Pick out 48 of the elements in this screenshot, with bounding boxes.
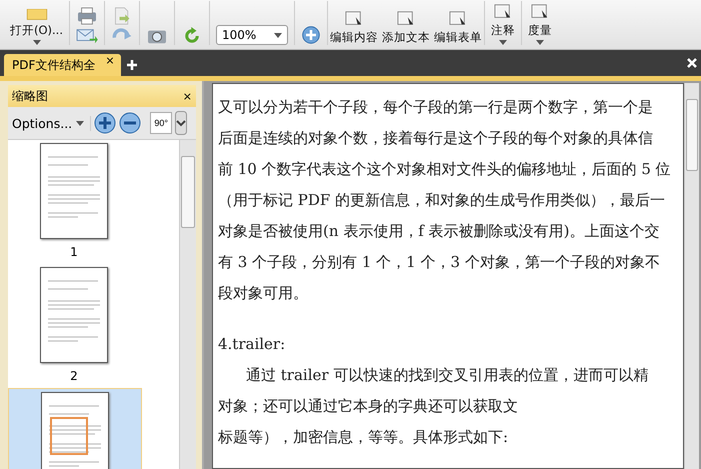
printer-icon[interactable] xyxy=(76,7,98,25)
toolbar-tool[interactable]: 编辑表单 xyxy=(432,1,484,45)
open-button[interactable]: 打开(O)... xyxy=(10,23,63,38)
document-tab[interactable]: PDF文件结构全 × xyxy=(4,54,121,76)
toolbar-button[interactable]: 编辑内容 xyxy=(330,30,378,45)
text-line: 有 3 个子段，分别有 1 个，1 个，3 个对象，第一个子段的对象不 xyxy=(218,252,661,273)
toolbar-button[interactable]: 注释 xyxy=(491,23,515,38)
zoom-dropdown[interactable]: 100% xyxy=(216,25,288,45)
text-line: 段对象可用。 xyxy=(218,283,309,304)
toolbar-button[interactable]: 编辑表单 xyxy=(434,30,482,45)
text-line: 后面是连续的对象个数，接着每行是这个子段的每个对象的具体信 xyxy=(218,128,654,149)
text-line: 又可以分为若干个子段，每个子段的第一行是两个数字，第一个是 xyxy=(218,97,654,118)
chevron-icon[interactable] xyxy=(175,111,188,135)
caret-icon[interactable] xyxy=(536,40,544,45)
text-line: 前 10 个数字代表这个这个对象相对文件头的偏移地址，后面的 5 位 xyxy=(218,159,672,180)
close-icon[interactable] xyxy=(687,58,697,68)
new-tab-icon[interactable] xyxy=(126,60,137,70)
text-line: 4.trailer: xyxy=(218,334,286,355)
zoom-in-icon[interactable] xyxy=(301,25,321,45)
panel-title: 缩略图 xyxy=(12,88,48,104)
page-number: 2 xyxy=(70,369,78,383)
toolbar-tool[interactable]: 注释 xyxy=(484,1,521,45)
rotate-button[interactable]: 90° xyxy=(150,112,172,134)
caret-icon[interactable] xyxy=(274,32,282,38)
text-line: 对象是否被使用(n 表示使用，f 表示被删除或没有用)。上面这个交 xyxy=(218,221,660,242)
mail-icon[interactable] xyxy=(76,27,98,45)
panel-close-button[interactable]: × xyxy=(182,90,192,102)
zoom-out-icon[interactable] xyxy=(119,112,142,134)
zoom-in-icon[interactable] xyxy=(94,112,116,134)
caret-icon[interactable] xyxy=(76,120,84,126)
text-line: （用于标记 PDF 的更新信息，和对象的生成号作用类似），最后一 xyxy=(218,190,666,211)
text-line: 通过 trailer 可以快速的找到交叉引用表的位置，进而可以精 xyxy=(245,365,650,386)
toolbar-tool[interactable]: 添加文本 xyxy=(380,1,432,45)
toolbar-tool[interactable]: 编辑内容 xyxy=(328,1,380,45)
caret-icon[interactable] xyxy=(499,40,507,45)
toolbar-tool[interactable]: 度量 xyxy=(521,1,558,45)
scrollbar[interactable] xyxy=(179,140,196,469)
toolbar-button[interactable]: 添加文本 xyxy=(382,30,430,45)
text-line: 标题等），加密信息，等等。具体形式如下: xyxy=(218,427,510,448)
text-line: 对象；还可以通过它本身的字典还可以获取文 xyxy=(218,396,519,417)
page-thumbnail[interactable] xyxy=(8,388,142,469)
page-thumbnail[interactable]: 2 xyxy=(8,264,140,388)
options-button[interactable]: Options... xyxy=(8,116,92,130)
toolbar-button[interactable]: 度量 xyxy=(528,23,552,38)
page-number: 1 xyxy=(70,245,78,259)
scrollbar[interactable] xyxy=(684,83,699,469)
caret-icon[interactable] xyxy=(32,40,40,45)
page-thumbnail[interactable]: 1 xyxy=(8,140,140,264)
